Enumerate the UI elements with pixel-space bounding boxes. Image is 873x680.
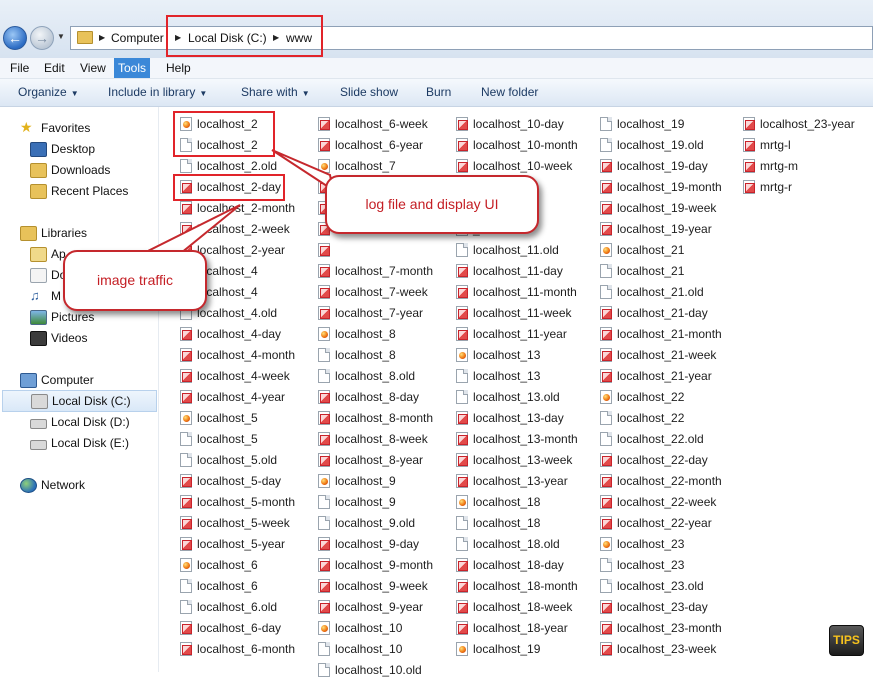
log-file-callout: log file and display UI [325,175,539,234]
log-file-highlight-box [173,111,275,157]
tips-badge: TIPS [829,625,864,656]
annotation-layer [147,149,335,264]
image-file-highlight-box [173,174,285,201]
image-traffic-callout: image traffic [63,250,207,311]
